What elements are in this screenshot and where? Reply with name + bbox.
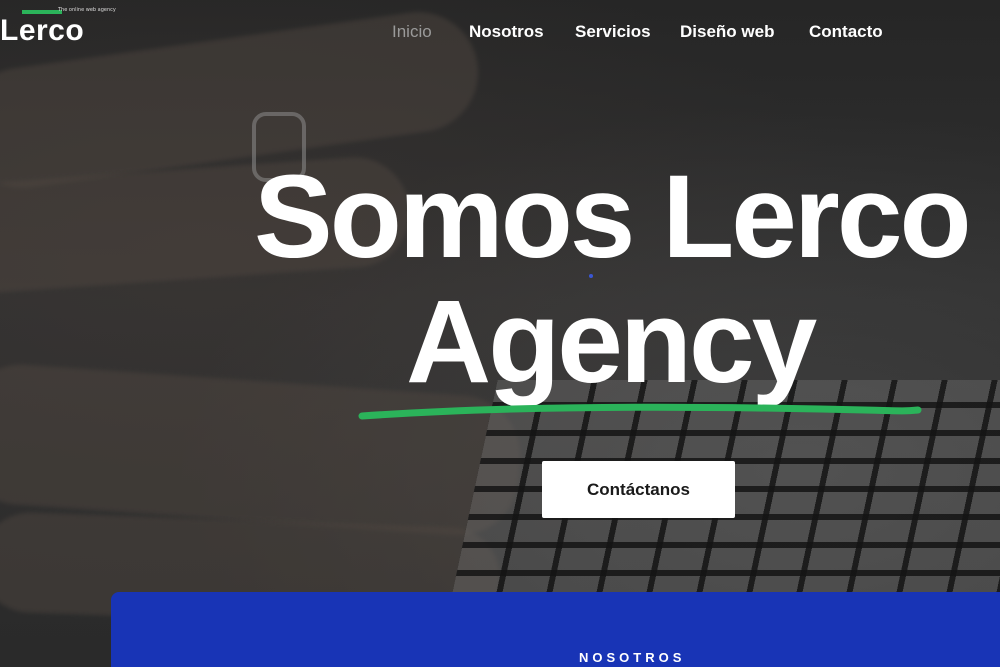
section-label: NOSOTROS bbox=[579, 650, 686, 665]
logo-tagline: The online web agency bbox=[58, 7, 116, 13]
nosotros-section-panel: NOSOTROS bbox=[111, 592, 1000, 667]
nav-item-inicio[interactable]: Inicio bbox=[392, 22, 432, 42]
nav-item-nosotros[interactable]: Nosotros bbox=[469, 22, 544, 42]
hero-headline-line1: Somos Lerco bbox=[254, 151, 972, 283]
hero-headline-line2: Agency bbox=[406, 276, 817, 408]
headline-underline-stroke bbox=[358, 403, 922, 420]
main-nav: The online web agency Lerco Inicio Nosot… bbox=[0, 0, 1000, 66]
nav-item-diseno-web[interactable]: Diseño web bbox=[680, 22, 774, 42]
hero-section: The online web agency Lerco Inicio Nosot… bbox=[0, 0, 1000, 667]
nav-item-servicios[interactable]: Servicios bbox=[575, 22, 651, 42]
nav-item-contacto[interactable]: Contacto bbox=[809, 22, 883, 42]
logo-wordmark: Lerco bbox=[0, 14, 85, 47]
contact-cta-button[interactable]: Contáctanos bbox=[542, 461, 735, 518]
